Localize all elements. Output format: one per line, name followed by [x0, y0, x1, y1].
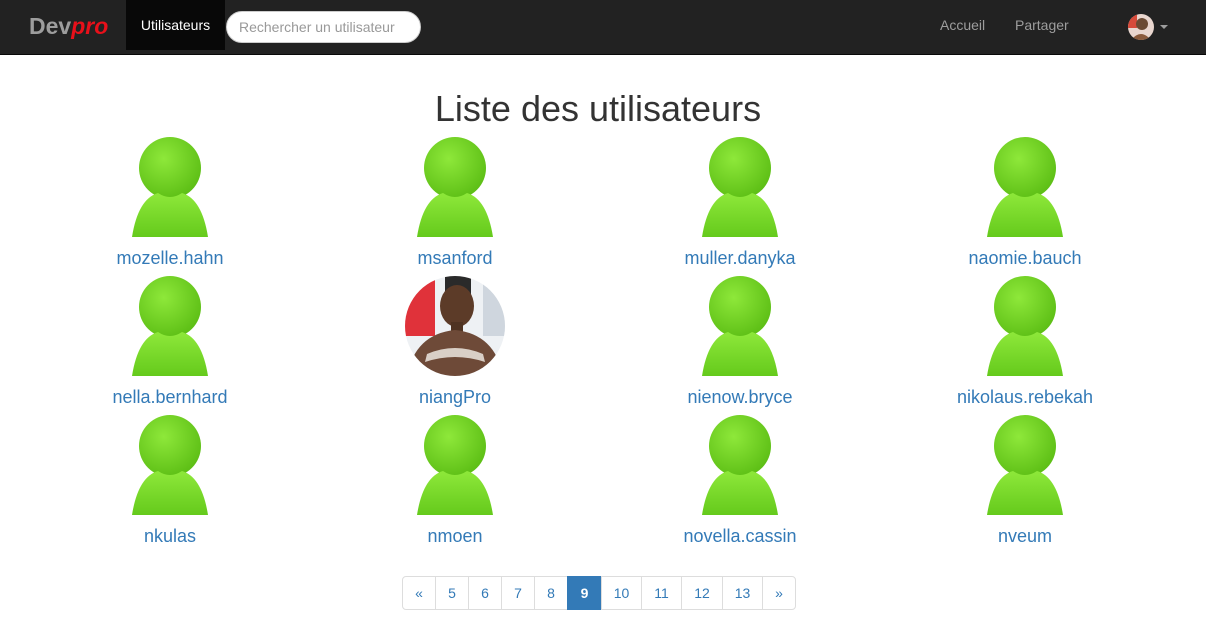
pagination: « 5 6 7 8 9 10 11 12 13 » — [402, 576, 796, 610]
user-name-link[interactable]: nienow.bryce — [597, 386, 883, 408]
nav-link-partager[interactable]: Partager — [1015, 0, 1069, 50]
default-user-icon — [132, 276, 208, 376]
user-name-link[interactable]: niangPro — [312, 386, 598, 408]
avatar — [1128, 14, 1154, 40]
default-user-icon — [702, 137, 778, 237]
user-name-link[interactable]: mozelle.hahn — [27, 247, 313, 269]
top-navbar: Devpro Utilisateurs Accueil Partager — [0, 0, 1206, 55]
user-card[interactable]: nikolaus.rebekah — [882, 276, 1168, 411]
user-card[interactable]: mozelle.hahn — [27, 137, 313, 272]
user-name-link[interactable]: nmoen — [312, 525, 598, 547]
user-name-link[interactable]: nella.bernhard — [27, 386, 313, 408]
user-name-link[interactable]: msanford — [312, 247, 598, 269]
pagination-next[interactable]: » — [762, 576, 796, 610]
user-card[interactable]: msanford — [312, 137, 598, 272]
pagination-page[interactable]: 10 — [601, 576, 642, 610]
user-card[interactable]: novella.cassin — [597, 415, 883, 550]
user-card[interactable]: nmoen — [312, 415, 598, 550]
user-card[interactable]: niangPro — [312, 276, 598, 411]
brand-dev-text: Dev — [29, 13, 72, 39]
user-name-link[interactable]: muller.danyka — [597, 247, 883, 269]
default-user-icon — [417, 415, 493, 515]
pagination-page[interactable]: 11 — [641, 576, 682, 610]
pagination-page[interactable]: 12 — [681, 576, 723, 610]
nav-item-utilisateurs[interactable]: Utilisateurs — [126, 0, 225, 50]
default-user-icon — [987, 415, 1063, 515]
user-name-link[interactable]: novella.cassin — [597, 525, 883, 547]
user-card[interactable]: nella.bernhard — [27, 276, 313, 411]
default-user-icon — [987, 276, 1063, 376]
pagination-page[interactable]: 13 — [722, 576, 763, 610]
user-name-link[interactable]: naomie.bauch — [882, 247, 1168, 269]
user-card[interactable]: muller.danyka — [597, 137, 883, 272]
pagination-prev[interactable]: « — [402, 576, 436, 610]
user-card[interactable]: nveum — [882, 415, 1168, 550]
brand-pro-text: pro — [71, 13, 109, 39]
nav-link-accueil[interactable]: Accueil — [940, 0, 985, 50]
default-user-icon — [132, 137, 208, 237]
default-user-icon — [702, 415, 778, 515]
user-menu-toggle[interactable] — [1128, 14, 1172, 40]
pagination-page[interactable]: 8 — [534, 576, 568, 610]
pagination-page-current[interactable]: 9 — [567, 576, 602, 610]
default-user-icon — [702, 276, 778, 376]
user-name-link[interactable]: nkulas — [27, 525, 313, 547]
user-card[interactable]: naomie.bauch — [882, 137, 1168, 272]
page-title: Liste des utilisateurs — [434, 88, 762, 129]
profile-photo — [405, 276, 505, 376]
user-card[interactable]: nienow.bryce — [597, 276, 883, 411]
default-user-icon — [132, 415, 208, 515]
default-user-icon — [417, 137, 493, 237]
user-name-link[interactable]: nveum — [882, 525, 1168, 547]
user-name-link[interactable]: nikolaus.rebekah — [882, 386, 1168, 408]
search-input[interactable] — [226, 11, 421, 43]
user-card[interactable]: nkulas — [27, 415, 313, 550]
default-user-icon — [987, 137, 1063, 237]
brand-logo[interactable]: Devpro — [29, 12, 108, 40]
caret-down-icon — [1160, 25, 1168, 29]
pagination-page[interactable]: 5 — [435, 576, 469, 610]
pagination-page[interactable]: 7 — [501, 576, 535, 610]
pagination-page[interactable]: 6 — [468, 576, 502, 610]
